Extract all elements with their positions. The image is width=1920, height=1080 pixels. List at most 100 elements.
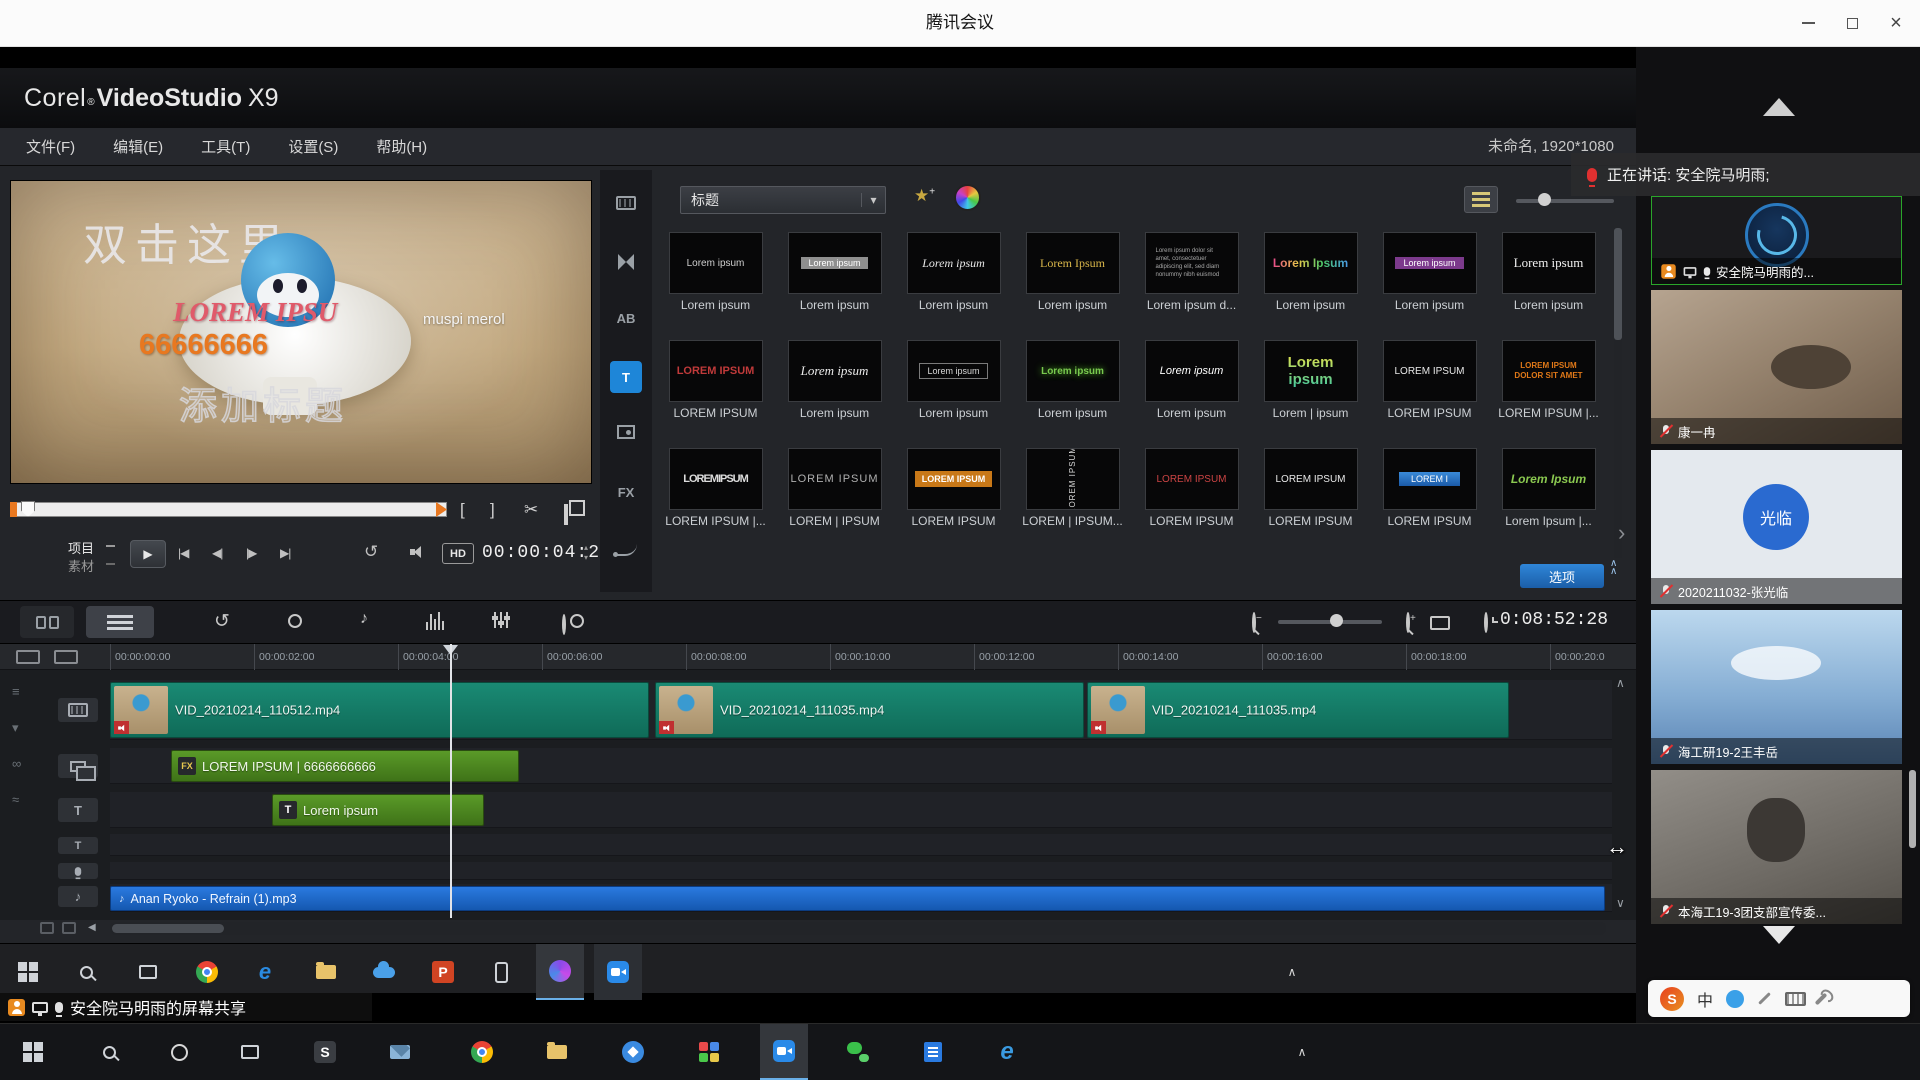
shared-edge-button[interactable]: e bbox=[241, 944, 289, 1000]
title-template[interactable]: Lorem ipsumLorem ipsum bbox=[656, 228, 775, 336]
participant-tile-4[interactable]: 海工研19-2王丰岳 bbox=[1651, 610, 1902, 764]
start-button[interactable] bbox=[9, 1024, 57, 1080]
title-template[interactable]: LOREM ILOREM IPSUM bbox=[1370, 444, 1489, 552]
mark-in-icon[interactable]: [ bbox=[460, 500, 465, 520]
title-track-2-icon[interactable]: T bbox=[58, 837, 98, 854]
audio-wave-icon[interactable] bbox=[426, 612, 444, 630]
photos-app-button[interactable] bbox=[685, 1024, 733, 1080]
shared-phone-button[interactable] bbox=[477, 944, 525, 1000]
chain-link-icon[interactable] bbox=[562, 614, 566, 635]
shared-cloud-button[interactable] bbox=[360, 944, 408, 1000]
title-template[interactable]: LOREM IPSUMLOREM IPSUM bbox=[656, 336, 775, 444]
expand-panel-icon[interactable]: › bbox=[1618, 520, 1625, 546]
fit-project-icon[interactable] bbox=[1430, 616, 1450, 630]
shared-videostudio-button[interactable] bbox=[536, 944, 584, 1000]
timeline-hscrollbar[interactable] bbox=[110, 922, 1606, 935]
title-template[interactable]: Lorem ipsumLorem ipsum bbox=[894, 228, 1013, 336]
title-template[interactable]: LOREM IPSUMLOREM IPSUM bbox=[1132, 444, 1251, 552]
split-clip-icon[interactable]: ✂ bbox=[524, 500, 538, 520]
video-clip-3[interactable]: VID_20210214_111035.mp4 bbox=[1087, 682, 1509, 738]
zoom-out-icon[interactable]: − bbox=[1252, 612, 1256, 633]
thumbnail-size-knob[interactable] bbox=[1538, 193, 1551, 206]
title-template[interactable]: Lorem IpsumLorem ipsum bbox=[1013, 228, 1132, 336]
library-category-dropdown[interactable]: 标题 ▾ bbox=[680, 186, 886, 214]
explorer-button[interactable] bbox=[533, 1024, 581, 1080]
title-template[interactable]: Lorem IpsumLorem ipsum bbox=[1251, 228, 1370, 336]
title-icon[interactable]: T bbox=[610, 361, 642, 393]
title-template[interactable]: Lorem ipsumLorem ipsum bbox=[775, 336, 894, 444]
timeline-zoom-knob[interactable] bbox=[1330, 614, 1343, 627]
compass-browser-button[interactable] bbox=[609, 1024, 657, 1080]
timeline-hscroll-thumb[interactable] bbox=[112, 924, 224, 933]
title-template[interactable]: Lorem ipsumLorem ipsum bbox=[1489, 228, 1608, 336]
participants-scrollbar-thumb[interactable] bbox=[1909, 770, 1916, 848]
title-track-icon[interactable]: T bbox=[58, 798, 98, 822]
title-template[interactable]: Lorem IpsumLorem Ipsum |... bbox=[1489, 444, 1608, 552]
next-frame-icon[interactable]: |▶ bbox=[246, 546, 256, 560]
meeting-app-button[interactable] bbox=[760, 1024, 808, 1080]
gallery-view-icon[interactable] bbox=[1464, 186, 1498, 213]
overlay-track-icon[interactable] bbox=[58, 754, 98, 778]
scroll-left-icon[interactable]: ◀ bbox=[88, 922, 96, 933]
filter-fx-icon[interactable]: FX bbox=[610, 476, 642, 508]
sogou-logo-icon[interactable]: S bbox=[1660, 987, 1684, 1011]
sound-mixer-note-icon[interactable]: ♪ bbox=[360, 610, 368, 628]
collapse-panel-icon[interactable]: ∧∧ bbox=[1610, 560, 1617, 576]
repeat-icon[interactable]: ↺ bbox=[364, 542, 378, 562]
taskview-button[interactable] bbox=[226, 1024, 274, 1080]
mode-project[interactable]: 项目 bbox=[68, 538, 94, 557]
enlarge-preview-icon[interactable] bbox=[564, 504, 568, 525]
track-view-icon-1[interactable] bbox=[16, 650, 40, 664]
shared-search-button[interactable] bbox=[62, 944, 110, 1000]
handwriting-icon[interactable] bbox=[1758, 992, 1771, 1005]
track-view-icon-2[interactable] bbox=[54, 650, 78, 664]
record-capture-icon[interactable] bbox=[288, 614, 302, 628]
title-template[interactable]: LOREM IPSUMLOREM IPSUM bbox=[1251, 444, 1370, 552]
maximize-button[interactable] bbox=[1830, 0, 1874, 46]
voice-track[interactable] bbox=[110, 862, 1612, 880]
settings-wrench-icon[interactable] bbox=[1815, 992, 1828, 1005]
shared-meeting-button[interactable] bbox=[594, 944, 642, 1000]
menu-tools[interactable]: 工具(T) bbox=[201, 136, 250, 157]
tracks-scroll-up-icon[interactable]: ∧ bbox=[1616, 676, 1625, 690]
transition-icon[interactable] bbox=[610, 246, 642, 278]
options-button[interactable]: 选项 bbox=[1520, 564, 1604, 588]
timeline-scroll-mini-1[interactable] bbox=[40, 922, 54, 934]
overlay-title-clip[interactable]: FX LOREM IPSUM | 6666666666 bbox=[171, 750, 519, 782]
title-template[interactable]: Lorem ipsum dolor sit amet, consectetuer… bbox=[1132, 228, 1251, 336]
wechat-button[interactable] bbox=[834, 1024, 882, 1080]
thumbnail-size-slider[interactable] bbox=[1516, 199, 1614, 203]
zoom-in-icon[interactable]: + bbox=[1406, 612, 1410, 633]
library-scrollbar-thumb[interactable] bbox=[1614, 228, 1622, 340]
color-wheel-icon[interactable] bbox=[954, 184, 981, 211]
mark-out-icon[interactable]: ] bbox=[490, 500, 495, 520]
track-collapse-icon[interactable]: ▾ bbox=[12, 720, 19, 736]
timecode-spin-down-icon[interactable]: ▾ bbox=[584, 554, 588, 562]
playhead-line[interactable] bbox=[450, 644, 452, 918]
timecode-spin-up-icon[interactable]: ▴ bbox=[584, 544, 588, 552]
ripple-edit-icon[interactable]: ∞ bbox=[12, 756, 21, 771]
clock-duration-icon[interactable] bbox=[1484, 612, 1488, 633]
shared-taskview-button[interactable] bbox=[124, 944, 172, 1000]
participants-scroll-up-icon[interactable] bbox=[1763, 98, 1795, 116]
title-template[interactable]: Lorem ipsumLorem ipsum bbox=[894, 336, 1013, 444]
hd-badge[interactable]: HD bbox=[442, 543, 474, 564]
sogou-app-button[interactable]: S bbox=[301, 1024, 349, 1080]
title-clip[interactable]: T Lorem ipsum bbox=[272, 794, 484, 826]
keyboard-icon[interactable] bbox=[1785, 992, 1806, 1006]
title-template[interactable]: LOREMIPSUMLOREM IPSUM |... bbox=[656, 444, 775, 552]
menu-file[interactable]: 文件(F) bbox=[26, 136, 75, 157]
shared-tray-expand[interactable]: ∧ bbox=[1276, 944, 1308, 1000]
go-home-icon[interactable]: |◀ bbox=[178, 546, 188, 560]
minimize-button[interactable] bbox=[1786, 0, 1830, 46]
preview-video-frame[interactable]: 双击这里 LOREM IPSU 66666666 muspi merol 添加标… bbox=[10, 180, 592, 484]
trim-start-handle[interactable] bbox=[10, 502, 17, 517]
storyboard-view-icon[interactable] bbox=[20, 606, 74, 638]
title-template[interactable]: LOREM IPSUMLOREM IPSUM bbox=[894, 444, 1013, 552]
close-button[interactable]: × bbox=[1874, 0, 1918, 46]
menu-settings[interactable]: 设置(S) bbox=[288, 136, 338, 157]
title-template[interactable]: Lorem ipsumLorem ipsum bbox=[1132, 336, 1251, 444]
preview-trimbar[interactable] bbox=[10, 502, 447, 517]
title-template[interactable]: Lorem ipsumLorem ipsum bbox=[1370, 228, 1489, 336]
title-template[interactable]: Lorem ipsumLorem ipsum bbox=[775, 228, 894, 336]
